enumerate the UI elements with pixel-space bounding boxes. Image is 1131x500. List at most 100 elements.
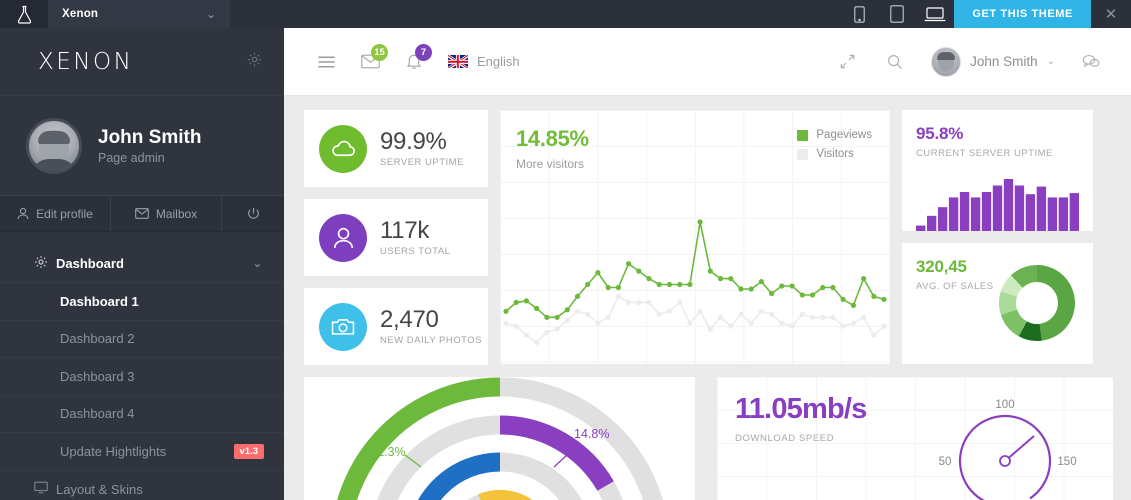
sidebar-group-dashboard[interactable]: Dashboard ⌄ <box>0 245 284 282</box>
search-icon[interactable] <box>873 42 917 82</box>
sidebar-item-label: Dashboard 3 <box>60 368 135 384</box>
brand-label: XENON <box>38 48 134 75</box>
stat-value: 2,470 <box>380 305 439 333</box>
sidebar-profile: John Smith Page admin <box>0 96 284 196</box>
flask-icon[interactable] <box>0 0 48 28</box>
legend-swatch-visitors <box>797 148 809 160</box>
stat-card-new-daily-photos[interactable]: 2,470 NEW DAILY PHOTOS <box>304 288 488 365</box>
uptime-label: CURRENT SERVER UPTIME <box>916 148 1053 159</box>
avatar <box>26 117 82 174</box>
expand-icon[interactable] <box>825 42 869 82</box>
edit-profile-button[interactable]: Edit profile <box>0 196 111 231</box>
legend-label: Pageviews <box>816 129 872 141</box>
uk-flag-icon <box>448 55 468 68</box>
chat-icon[interactable] <box>1069 42 1113 82</box>
dashboard-row-2: -21.3% 14.8% 11.05mb/s DOWNLOAD SPEED 10… <box>304 377 1113 500</box>
server-uptime-card[interactable]: 95.8% CURRENT SERVER UPTIME <box>902 110 1093 231</box>
sidebar-item-update-highlights[interactable]: Update Hightlights v1.3 <box>0 432 284 470</box>
legend-swatch-pageviews <box>797 129 809 141</box>
camera-icon <box>319 302 367 351</box>
sidebar-item-dashboard-3[interactable]: Dashboard 3 <box>0 357 284 395</box>
browser-tab[interactable]: Xenon ⌄ <box>48 0 230 28</box>
sidebar-group-label: Dashboard <box>56 256 124 271</box>
legend-label: Visitors <box>816 148 854 160</box>
mailbox-button[interactable]: Mailbox <box>111 196 222 231</box>
line-chart[interactable] <box>500 204 890 364</box>
language-label: English <box>477 54 520 69</box>
stat-card-users-total[interactable]: 117k USERS TOTAL <box>304 199 488 276</box>
sidebar-nav: Dashboard ⌄ Dashboard 1 Dashboard 2 Dash… <box>0 232 284 500</box>
chart-legend: Pageviews Visitors <box>797 129 872 167</box>
sidebar-item-dashboard-4[interactable]: Dashboard 4 <box>0 394 284 433</box>
browser-chrome: Xenon ⌄ GET THIS THEME ✕ <box>0 0 1131 28</box>
close-icon[interactable]: ✕ <box>1091 0 1131 28</box>
profile-name: John Smith <box>98 126 202 148</box>
user-menu[interactable]: John Smith ⌄ <box>921 46 1065 77</box>
sidebar: XENON John Smith Page admin Edit profile… <box>0 28 284 500</box>
hamburger-icon[interactable] <box>304 42 348 82</box>
legend-item: Visitors <box>797 148 872 160</box>
sidebar-item-dashboard-1[interactable]: Dashboard 1 <box>0 282 284 320</box>
language-selector[interactable]: English <box>448 54 520 69</box>
stat-label: NEW DAILY PHOTOS <box>380 335 482 347</box>
stat-label: USERS TOTAL <box>380 246 451 258</box>
sidebar-item-label: Dashboard 4 <box>60 406 135 422</box>
mailbox-label: Mailbox <box>155 206 198 221</box>
tab-label: Xenon <box>62 8 99 20</box>
stat-cards: 99.9% SERVER UPTIME 117k USERS TOTAL 2,4… <box>304 110 488 365</box>
cloud-icon <box>319 124 367 173</box>
bell-icon[interactable]: 7 <box>392 42 436 82</box>
stat-card-server-uptime[interactable]: 99.9% SERVER UPTIME <box>304 110 488 187</box>
phone-icon[interactable] <box>840 0 878 28</box>
sidebar-item-label: Dashboard 1 <box>60 293 139 309</box>
chrome-spacer <box>230 0 840 28</box>
get-theme-button[interactable]: GET THIS THEME <box>954 0 1091 28</box>
gauge-tick-150: 150 <box>1057 456 1076 468</box>
visitors-chart-card: 14.85% More visitors Pageviews Visitors <box>500 110 890 365</box>
radial-gauge-chart: -21.3% 14.8% <box>337 377 663 500</box>
speed-gauge-chart: 100 50 150 <box>939 399 1077 500</box>
sidebar-item-layout-skins[interactable]: Layout & Skins <box>0 469 284 500</box>
uptime-value: 95.8% <box>916 124 964 143</box>
radial-label-negative: -21.3% <box>366 445 406 459</box>
chevron-down-icon[interactable]: ⌄ <box>1047 56 1055 67</box>
chevron-down-icon[interactable]: ⌄ <box>206 7 216 21</box>
chevron-down-icon[interactable]: ⌄ <box>253 257 262 270</box>
stat-value: 117k <box>380 216 430 244</box>
avatar <box>931 46 962 77</box>
sales-donut-chart <box>999 265 1075 341</box>
stat-label: SERVER UPTIME <box>380 157 464 169</box>
tablet-icon[interactable] <box>878 0 916 28</box>
right-cards: 95.8% CURRENT SERVER UPTIME 320,45 AVG. … <box>902 110 1093 365</box>
bell-badge: 7 <box>415 43 432 61</box>
gear-icon[interactable] <box>247 52 262 72</box>
logout-button[interactable] <box>222 196 284 231</box>
radial-label-positive: 14.8% <box>574 427 609 441</box>
profile-actions: Edit profile Mailbox <box>0 196 284 232</box>
radial-progress-card[interactable]: -21.3% 14.8% <box>304 377 695 500</box>
gauge-tick-50: 50 <box>939 456 952 468</box>
main-content: 99.9% SERVER UPTIME 117k USERS TOTAL 2,4… <box>284 96 1131 500</box>
version-badge: v1.3 <box>233 443 264 459</box>
stat-value: 99.9% <box>380 127 447 155</box>
user-icon <box>319 213 367 262</box>
mail-badge: 15 <box>371 43 388 61</box>
topbar: 15 7 English John Smith ⌄ <box>284 28 1131 96</box>
sidebar-item-dashboard-2[interactable]: Dashboard 2 <box>0 319 284 358</box>
uptime-bar-chart <box>916 179 1079 231</box>
download-speed-card[interactable]: 11.05mb/s DOWNLOAD SPEED 100 50 150 <box>717 377 1113 500</box>
user-name: John Smith <box>970 54 1038 69</box>
laptop-icon[interactable] <box>916 0 954 28</box>
sidebar-brand[interactable]: XENON <box>0 28 284 96</box>
app-window: Xenon ⌄ GET THIS THEME ✕ XENON John Smit… <box>0 0 1131 500</box>
mail-icon[interactable]: 15 <box>348 42 392 82</box>
gauge-tick-100: 100 <box>995 399 1014 411</box>
avg-sales-card[interactable]: 320,45 AVG. OF SALES <box>902 243 1093 364</box>
profile-role: Page admin <box>98 151 165 166</box>
dashboard-row-1: 99.9% SERVER UPTIME 117k USERS TOTAL 2,4… <box>304 110 1113 365</box>
gear-icon <box>34 255 56 272</box>
device-preview-group <box>840 0 954 28</box>
legend-item: Pageviews <box>797 129 872 141</box>
sidebar-item-label: Dashboard 2 <box>60 331 135 347</box>
monitor-icon <box>34 481 56 497</box>
